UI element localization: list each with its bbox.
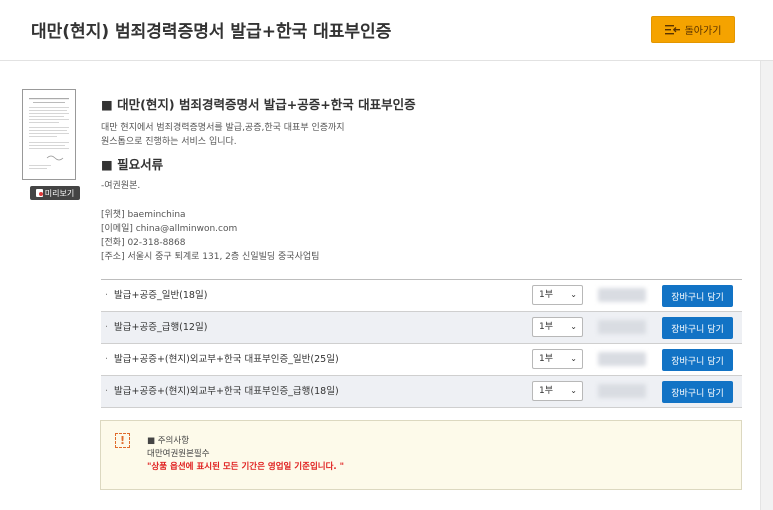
price-blurred — [598, 320, 646, 334]
back-button[interactable]: 돌아가기 — [651, 16, 735, 43]
chevron-down-icon: ⌄ — [570, 354, 577, 363]
product-description-line: 대만 현지에서 범죄경력증명서를 발급,공증,한국 대표부 인증까지 — [101, 123, 345, 133]
bullet: · — [105, 322, 109, 333]
notice-box: ! ■ 주의사항 대만여권원본필수 "상품 옵션에 표시된 모든 기간은 영업일… — [100, 420, 742, 490]
preview-icon — [35, 189, 43, 197]
chevron-down-icon: ⌄ — [570, 322, 577, 331]
option-label: 발급+공증+(현지)외교부+한국 대표부인증_일반(25일) — [114, 354, 339, 365]
contact-email: [이메일] china@allminwon.com — [101, 224, 238, 234]
warning-icon: ! — [115, 433, 130, 448]
add-to-cart-button[interactable]: 장바구니 담기 — [662, 285, 733, 307]
contact-phone: [전화] 02-318-8868 — [101, 238, 186, 248]
chevron-down-icon: ⌄ — [570, 386, 577, 395]
option-label: 발급+공증_일반(18일) — [114, 290, 208, 301]
options-table: · 발급+공증_일반(18일) 1부 ⌄ 장바구니 담기 · 발급+공증_급행(12일… — [101, 279, 742, 408]
option-row: · 발급+공증+(현지)외교부+한국 대표부인증_급행(18일) 1부 ⌄ 장바구니… — [101, 376, 742, 408]
price-blurred — [598, 352, 646, 366]
notice-title: ■ 주의사항 — [147, 436, 190, 446]
notice-line: 대만여권원본필수 — [147, 449, 210, 459]
quantity-value: 1부 — [539, 354, 554, 364]
side-scroll-strip — [760, 61, 773, 510]
required-docs-heading: ■ 필요서류 — [101, 157, 164, 172]
page-header: 대만(현지) 범죄경력증명서 발급+한국 대표부인증 돌아가기 — [0, 0, 773, 61]
preview-button-label: 미리보기 — [44, 188, 75, 198]
bullet: · — [105, 290, 109, 301]
add-to-cart-button[interactable]: 장바구니 담기 — [662, 349, 733, 371]
document-preview-icon — [29, 98, 69, 169]
page-title: 대만(현지) 범죄경력증명서 발급+한국 대표부인증 — [31, 22, 392, 42]
contact-wechat: [위챗] baeminchina — [101, 210, 186, 220]
product-info: ■ 대만(현지) 범죄경력증명서 발급+공증+한국 대표부인증 대만 현지에서 … — [101, 94, 741, 264]
chevron-down-icon: ⌄ — [570, 290, 577, 299]
quantity-select[interactable]: 1부 ⌄ — [532, 349, 583, 369]
product-heading: ■ 대만(현지) 범죄경력증명서 발급+공증+한국 대표부인증 — [101, 97, 416, 112]
quantity-select[interactable]: 1부 ⌄ — [532, 317, 583, 337]
price-blurred — [598, 288, 646, 302]
option-label: 발급+공증_급행(12일) — [114, 322, 208, 333]
quantity-value: 1부 — [539, 290, 554, 300]
quantity-value: 1부 — [539, 386, 554, 396]
document-thumbnail[interactable] — [22, 89, 76, 180]
option-row: · 발급+공증_일반(18일) 1부 ⌄ 장바구니 담기 — [101, 280, 742, 312]
quantity-select[interactable]: 1부 ⌄ — [532, 381, 583, 401]
bullet: · — [105, 354, 109, 365]
quantity-value: 1부 — [539, 322, 554, 332]
price-blurred — [598, 384, 646, 398]
bullet: · — [105, 386, 109, 397]
required-docs-item: -여권원본. — [101, 181, 141, 191]
add-to-cart-button[interactable]: 장바구니 담기 — [662, 381, 733, 403]
contact-address: [주소] 서울시 중구 퇴계로 131, 2층 신일빌딩 중국사업팀 — [101, 252, 320, 262]
quantity-select[interactable]: 1부 ⌄ — [532, 285, 583, 305]
option-row: · 발급+공증+(현지)외교부+한국 대표부인증_일반(25일) 1부 ⌄ 장바구니… — [101, 344, 742, 376]
back-list-icon — [664, 24, 681, 36]
product-description-line: 원스톱으로 진행하는 서비스 입니다. — [101, 137, 237, 147]
option-label: 발급+공증+(현지)외교부+한국 대표부인증_급행(18일) — [114, 386, 339, 397]
back-button-label: 돌아가기 — [684, 26, 722, 37]
notice-warning-text: "상품 옵션에 표시된 모든 기간은 영업일 기준입니다. " — [147, 462, 345, 472]
preview-button[interactable]: 미리보기 — [30, 186, 80, 200]
option-row: · 발급+공증_급행(12일) 1부 ⌄ 장바구니 담기 — [101, 312, 742, 344]
add-to-cart-button[interactable]: 장바구니 담기 — [662, 317, 733, 339]
